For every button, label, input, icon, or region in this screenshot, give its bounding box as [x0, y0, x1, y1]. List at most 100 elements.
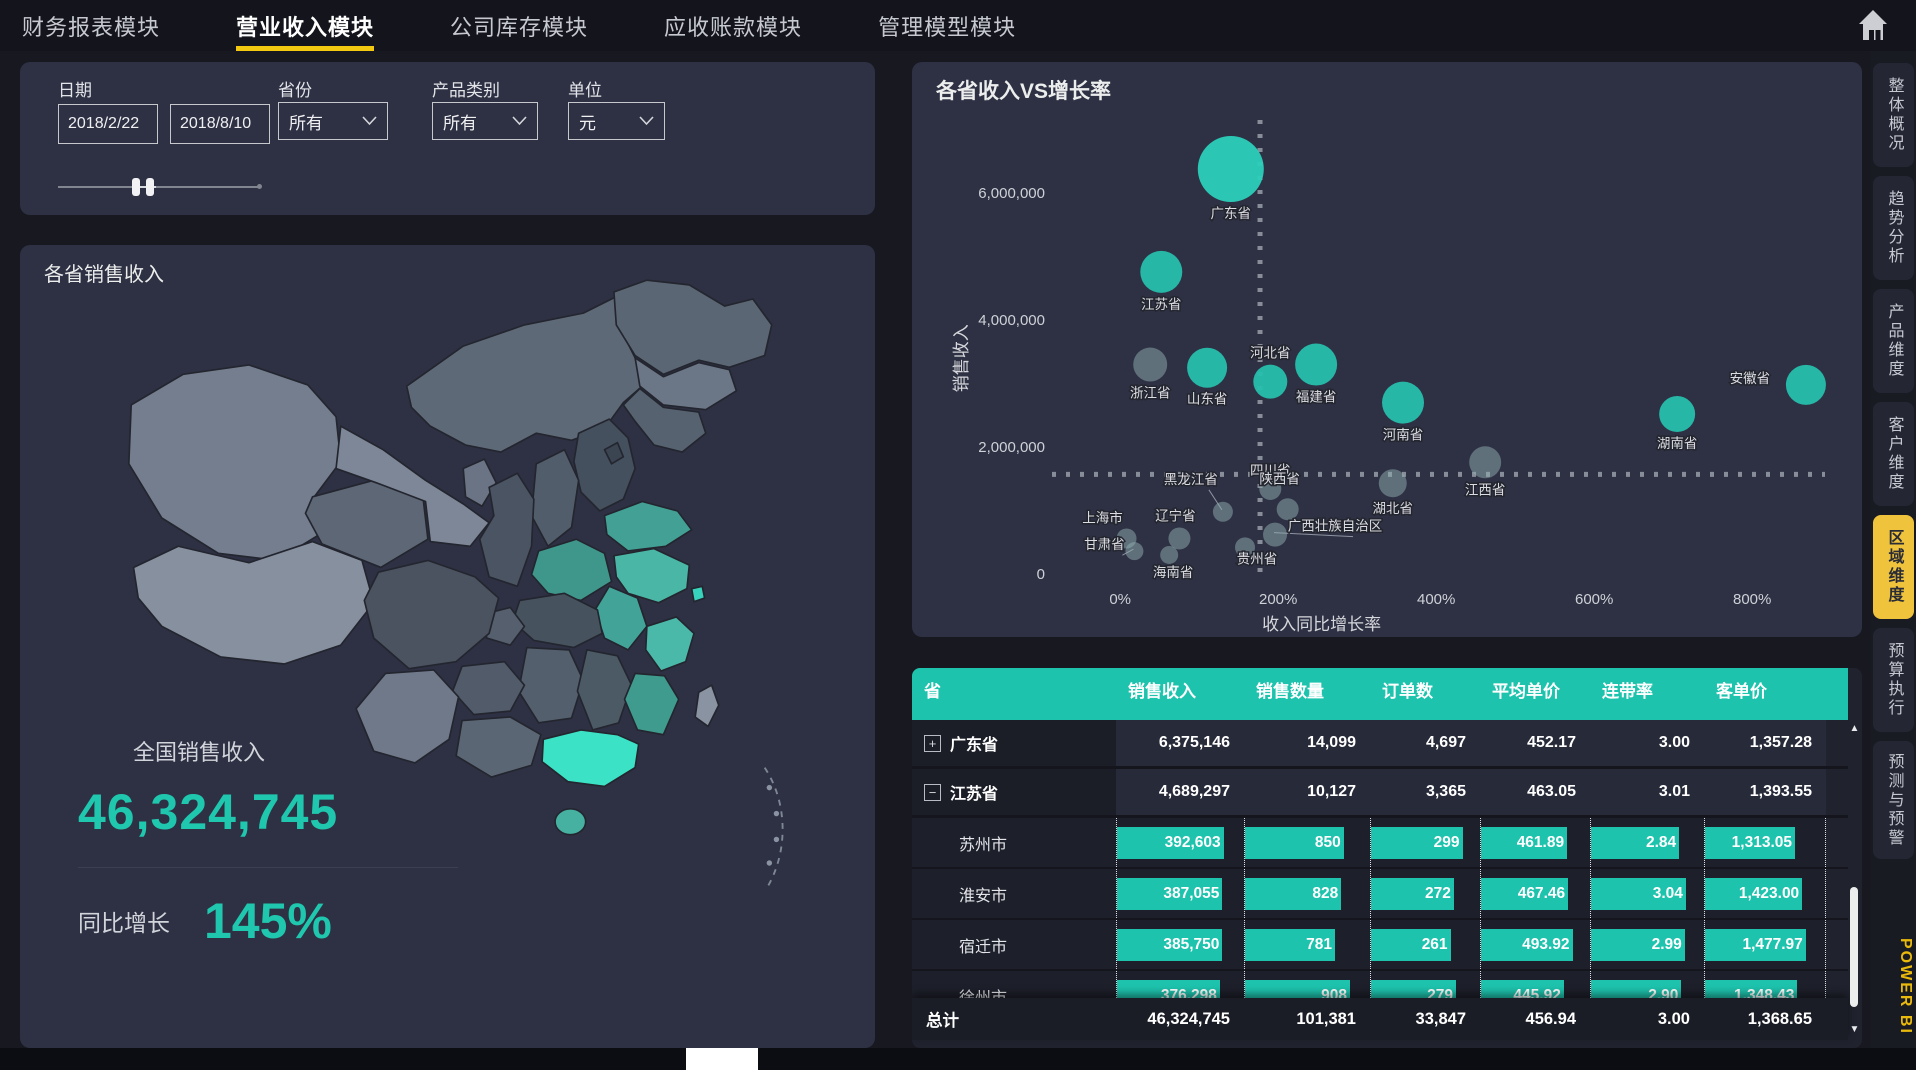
bubble-广西壮族自治区[interactable]	[1263, 523, 1287, 547]
sidebar-item-产品维度[interactable]: 产品维度	[1873, 289, 1914, 393]
province-shandong[interactable]	[605, 502, 692, 551]
bottom-bar	[0, 1048, 1916, 1070]
sidebar-item-预算执行[interactable]: 预算执行	[1873, 628, 1914, 732]
province-taiwan[interactable]	[695, 685, 719, 726]
data-bar: 392,603	[1117, 827, 1224, 859]
page-tab[interactable]	[686, 1048, 758, 1070]
sidebar-item-预测与预警[interactable]: 预测与预警	[1873, 741, 1914, 859]
scroll-thumb[interactable]	[1850, 887, 1858, 1007]
bubble-湖北省[interactable]	[1379, 469, 1407, 497]
unit-select[interactable]: 元	[568, 102, 665, 140]
tab-财务报表模块[interactable]: 财务报表模块	[22, 0, 160, 51]
province-guizhou[interactable]	[453, 662, 525, 715]
tab-label: 财务报表模块	[22, 10, 160, 42]
scroll-up-arrow[interactable]: ▲	[1848, 723, 1861, 737]
bubble-浙江省[interactable]	[1133, 348, 1167, 382]
bubble-湖南省[interactable]	[1659, 396, 1695, 432]
column-header-省[interactable]: 省	[912, 668, 1116, 720]
province-fujian[interactable]	[625, 673, 679, 734]
tab-应收账款模块[interactable]: 应收账款模块	[664, 0, 802, 51]
date-end-input[interactable]: 2018/8/10	[170, 104, 270, 144]
tab-营业收入模块[interactable]: 营业收入模块	[236, 0, 374, 51]
bubble-陕西省[interactable]	[1277, 498, 1299, 520]
bubble-甘肃省[interactable]	[1125, 542, 1143, 560]
bubble-山东省[interactable]	[1187, 348, 1227, 388]
value-cell: 14,099	[1244, 720, 1370, 766]
province-shanghai[interactable]	[692, 586, 705, 601]
data-bar: 3.04	[1591, 878, 1686, 910]
bubble-河北省[interactable]	[1253, 365, 1287, 399]
bubble-label-甘肃省: 甘肃省	[1084, 537, 1125, 552]
table-scrollbar[interactable]: ▲ ▼	[1848, 723, 1861, 1038]
table-row-苏州市[interactable]: 苏州市392,603850299461.892.841,313.05	[912, 818, 1848, 869]
province-xizang[interactable]	[134, 542, 374, 664]
value-cell: 4,697	[1370, 720, 1480, 766]
kpi-label: 全国销售收入	[133, 735, 478, 767]
chevron-down-icon	[362, 116, 377, 126]
column-header-平均单价[interactable]: 平均单价	[1480, 668, 1590, 720]
data-bar: 385,750	[1117, 929, 1222, 961]
column-header-销售收入[interactable]: 销售收入	[1116, 668, 1244, 720]
province-shanxi[interactable]	[532, 450, 579, 547]
table-row-江苏省[interactable]: −江苏省4,689,29710,1273,365463.053.011,393.…	[912, 769, 1848, 818]
province-select[interactable]: 所有	[278, 102, 388, 140]
bubble-label-河北省: 河北省	[1250, 346, 1291, 361]
scroll-down-arrow[interactable]: ▼	[1848, 1024, 1861, 1038]
bubble-黑龙江省[interactable]	[1213, 502, 1233, 522]
province-jiangxi[interactable]	[577, 650, 631, 730]
column-header-客单价[interactable]: 客单价	[1704, 668, 1826, 720]
expand-icon[interactable]: +	[924, 735, 941, 752]
column-header-订单数[interactable]: 订单数	[1370, 668, 1480, 720]
tab-管理模型模块[interactable]: 管理模型模块	[878, 0, 1016, 51]
table-row-宿迁市[interactable]: 宿迁市385,750781261493.922.991,477.97	[912, 920, 1848, 971]
value-bar-cell: 261	[1370, 920, 1480, 969]
sidebar-item-整体概况[interactable]: 整体概况	[1873, 63, 1914, 167]
bubble-辽宁省[interactable]	[1168, 527, 1190, 549]
province-henan[interactable]	[532, 539, 612, 600]
province-hebei[interactable]	[574, 419, 635, 511]
date-start-input[interactable]: 2018/2/22	[58, 104, 158, 144]
province-guangdong[interactable]	[542, 730, 639, 787]
bubble-海南省[interactable]	[1160, 546, 1178, 564]
column-header-连带率[interactable]: 连带率	[1590, 668, 1704, 720]
province-zhejiang[interactable]	[646, 617, 694, 671]
chevron-down-icon	[512, 116, 527, 126]
total-value: 46,324,745	[1116, 998, 1244, 1040]
sidebar-item-趋势分析[interactable]: 趋势分析	[1873, 176, 1914, 280]
province-sichuan[interactable]	[364, 560, 498, 668]
province-hainan[interactable]	[555, 809, 586, 835]
row-name-cell: +广东省	[912, 720, 1116, 766]
bubble-安徽省[interactable]	[1786, 365, 1826, 405]
category-select[interactable]: 所有	[432, 102, 538, 140]
slider-handle-start[interactable]	[132, 178, 140, 196]
unit-filter-label: 单位	[568, 76, 602, 101]
slider-track	[58, 186, 258, 188]
province-hubei[interactable]	[513, 593, 602, 647]
province-xinjiang[interactable]	[129, 365, 341, 560]
category-filter-label: 产品类别	[432, 76, 500, 101]
y-tick: 2,000,000	[978, 439, 1045, 456]
value-bar-cell: 272	[1370, 869, 1480, 918]
table-row-淮安市[interactable]: 淮安市387,055828272467.463.041,423.00	[912, 869, 1848, 920]
table-row-广东省[interactable]: +广东省6,375,14614,0994,697452.173.001,357.…	[912, 720, 1848, 769]
total-value: 456.94	[1480, 998, 1590, 1040]
sidebar-item-区域维度[interactable]: 区域维度	[1873, 515, 1914, 619]
bubble-江西省[interactable]	[1469, 446, 1501, 478]
province-filter-label: 省份	[278, 76, 312, 101]
collapse-icon[interactable]: −	[924, 784, 941, 801]
total-value: 1,368.65	[1704, 998, 1826, 1040]
bubble-广东省[interactable]	[1198, 136, 1264, 202]
province-hunan[interactable]	[519, 648, 584, 723]
column-header-销售数量[interactable]: 销售数量	[1244, 668, 1370, 720]
sidebar-item-客户维度[interactable]: 客户维度	[1873, 402, 1914, 506]
bubble-江苏省[interactable]	[1140, 251, 1182, 293]
scatter-title: 各省收入VS增长率	[936, 75, 1111, 105]
slider-handle-end[interactable]	[146, 178, 154, 196]
value-bar-cell: 1,477.97	[1704, 920, 1826, 969]
bubble-label-河南省: 河南省	[1383, 428, 1424, 443]
bubble-福建省[interactable]	[1295, 344, 1337, 386]
home-icon[interactable]	[1858, 9, 1888, 41]
dashboard: 财务报表模块营业收入模块公司库存模块应收账款模块管理模型模块 日期 2018/2…	[0, 0, 1916, 1070]
tab-公司库存模块[interactable]: 公司库存模块	[450, 0, 588, 51]
bubble-河南省[interactable]	[1382, 382, 1424, 424]
